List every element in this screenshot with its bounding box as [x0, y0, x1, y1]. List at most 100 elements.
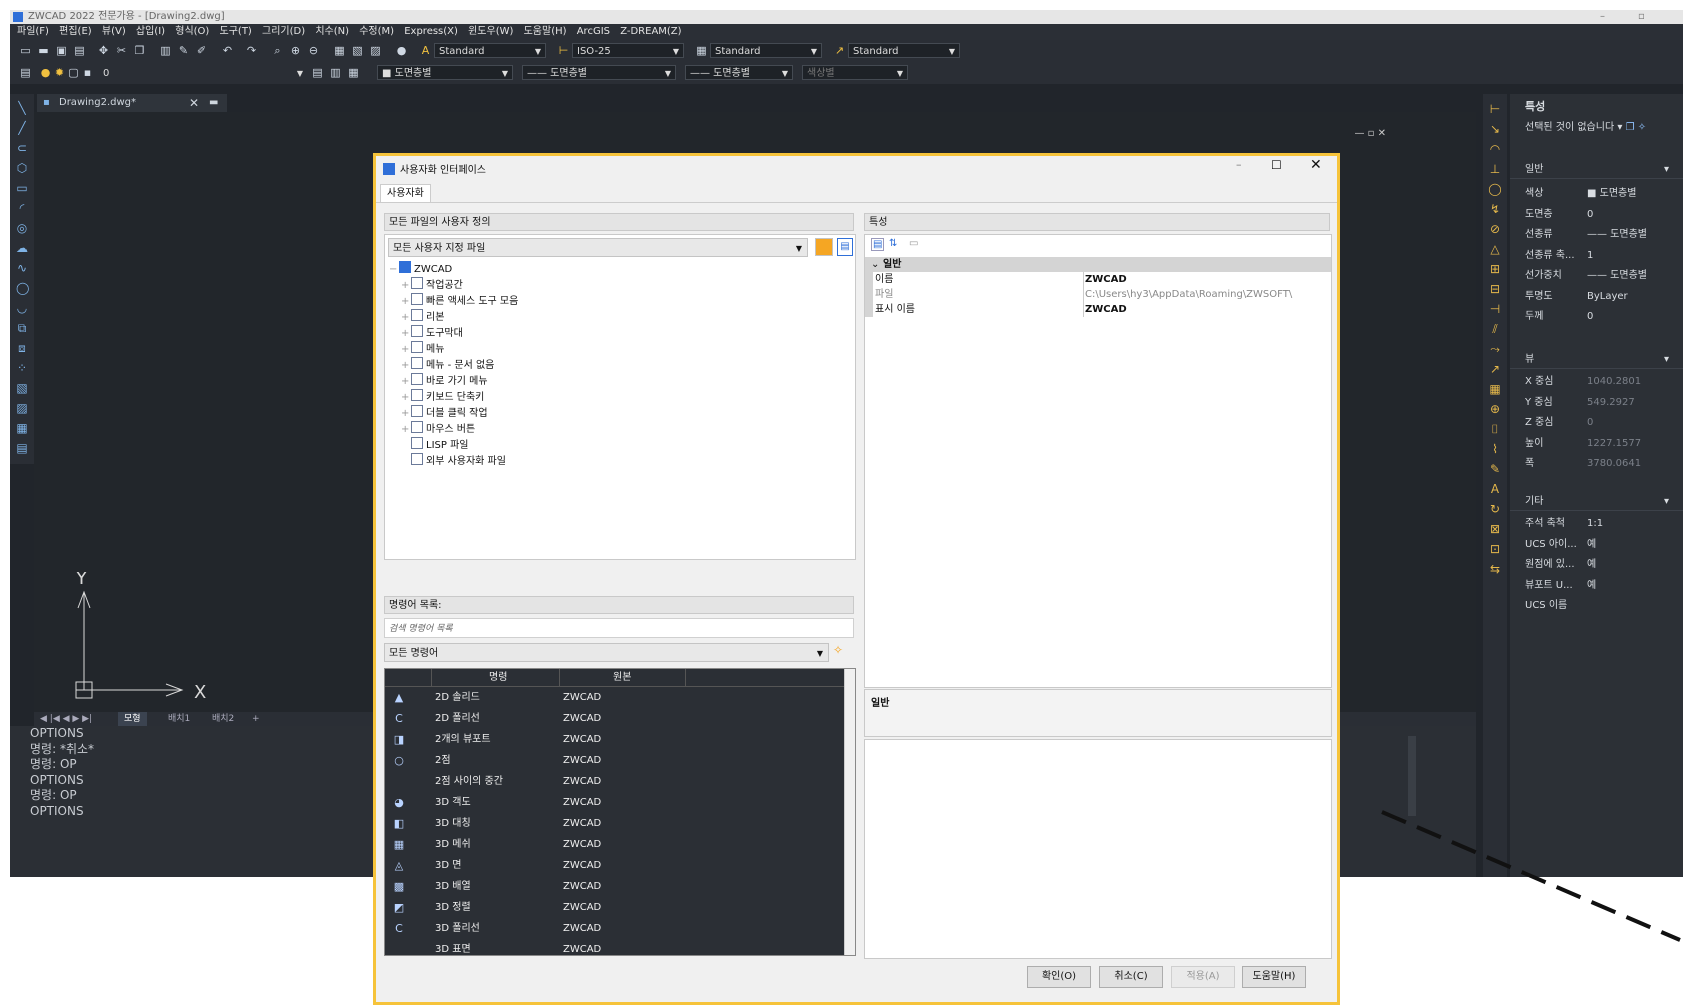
menu-draw[interactable]: 그리기(D): [262, 24, 305, 40]
save-file-icon[interactable]: ▤: [837, 238, 853, 256]
layer-lock-icon[interactable]: ▢: [68, 67, 79, 78]
qleader-icon[interactable]: ↗: [1488, 362, 1502, 376]
section-view[interactable]: 뷰 ▾: [1510, 352, 1683, 369]
table-style-select[interactable]: Standard ▼: [710, 43, 822, 58]
selection-select[interactable]: 선택된 것이 없습니다 ▾ ❐ ✧: [1525, 120, 1675, 136]
zoom-window-icon[interactable]: ⊕: [290, 45, 301, 56]
tree-node[interactable]: + 키보드 단축키: [401, 389, 484, 405]
palette-row-general[interactable]: 투명도 ByLayer: [1510, 287, 1683, 307]
find-icon[interactable]: ✧: [833, 643, 843, 657]
layer-manager-icon[interactable]: ▤: [20, 67, 31, 78]
layer-select[interactable]: 0 ▼: [98, 65, 308, 80]
angular-dim-icon[interactable]: △: [1488, 242, 1502, 256]
help-icon[interactable]: ●: [396, 45, 407, 56]
radius-dim-icon[interactable]: ◯: [1488, 182, 1502, 196]
dim-override-icon[interactable]: ⊡: [1488, 542, 1502, 556]
linetype-select[interactable]: —— 도면층별 ▼: [522, 65, 676, 80]
command-row[interactable]: ▩ 3D 배열 ZWCAD: [385, 876, 845, 897]
document-tab[interactable]: ▪ Drawing2.dwg* ✕ ▬: [37, 94, 227, 112]
pan-icon[interactable]: ✥: [98, 45, 109, 56]
match-icon[interactable]: ✎: [178, 45, 189, 56]
tab-model[interactable]: 모형: [118, 712, 147, 726]
layer-state-icon[interactable]: ▦: [348, 67, 359, 78]
command-row[interactable]: 3D 표면 ZWCAD: [385, 939, 845, 955]
close-tab-icon[interactable]: ✕: [189, 94, 199, 112]
command-row[interactable]: ◨ 2개의 뷰포트 ZWCAD: [385, 729, 845, 750]
tree-node[interactable]: + 도구막대: [401, 325, 463, 341]
tree-node[interactable]: + 빠른 액세스 도구 모음: [401, 293, 518, 309]
mtext-icon[interactable]: ▤: [16, 442, 28, 454]
line-icon[interactable]: ╲: [16, 102, 28, 114]
jogged-dim-icon[interactable]: ↯: [1488, 202, 1502, 216]
tree-node[interactable]: 외부 사용자화 파일: [401, 453, 506, 469]
palette-row-misc[interactable]: UCS 아이... 예: [1510, 535, 1683, 555]
revcloud-icon[interactable]: ☁: [16, 242, 28, 254]
properties-icon[interactable]: ▦: [334, 45, 345, 56]
dialog-maximize-icon[interactable]: ☐: [1271, 158, 1282, 172]
command-row[interactable]: ◧ 3D 대칭 ZWCAD: [385, 813, 845, 834]
palette-row-view[interactable]: Y 중심 549.2927: [1510, 393, 1683, 413]
menu-view[interactable]: 뷰(V): [102, 24, 126, 40]
brush-icon[interactable]: ✐: [196, 45, 207, 56]
menu-z-dream[interactable]: Z-DREAM(Z): [620, 24, 681, 40]
menu-modify[interactable]: 수정(M): [359, 24, 394, 40]
lineweight-select[interactable]: —— 도면층별 ▼: [685, 65, 793, 80]
xline-icon[interactable]: ╱: [16, 122, 28, 134]
palette-row-view[interactable]: 높이 1227.1577: [1510, 434, 1683, 454]
open-icon[interactable]: ▬: [38, 45, 49, 56]
tree-node[interactable]: + 더블 클릭 작업: [401, 405, 488, 421]
menu-tools[interactable]: 도구(T): [220, 24, 252, 40]
inspection-icon[interactable]: ⌷: [1488, 422, 1502, 436]
menu-edit[interactable]: 편집(E): [59, 24, 92, 40]
menu-dimension[interactable]: 치수(N): [315, 24, 349, 40]
center-mark-icon[interactable]: ⊕: [1488, 402, 1502, 416]
tree-node[interactable]: + 작업공간: [401, 277, 463, 293]
help-button[interactable]: 도움말(H): [1242, 966, 1306, 988]
diameter-dim-icon[interactable]: ⊘: [1488, 222, 1502, 236]
tree-node[interactable]: + 메뉴 - 문서 없음: [401, 357, 494, 373]
tree-node[interactable]: + 메뉴: [401, 341, 444, 357]
palette-row-misc[interactable]: 원점에 있... 예: [1510, 555, 1683, 575]
tree-node[interactable]: + 리본: [401, 309, 444, 325]
dim-style-icon[interactable]: ⊠: [1488, 522, 1502, 536]
palette-row-general[interactable]: 도면층 0: [1510, 205, 1683, 225]
palette-row-misc[interactable]: 주석 축척 1:1: [1510, 514, 1683, 534]
menu-arcgis[interactable]: ArcGIS: [577, 24, 610, 40]
dim-edit-icon[interactable]: ✎: [1488, 462, 1502, 476]
palette-row-general[interactable]: 선가중치 —— 도면층별: [1510, 266, 1683, 286]
zoom-prev-icon[interactable]: ⊖: [308, 45, 319, 56]
point-icon[interactable]: ⁘: [16, 362, 28, 374]
command-row[interactable]: C 2D 폴리선 ZWCAD: [385, 708, 845, 729]
prop-row-name[interactable]: 이름 ZWCAD: [865, 272, 1333, 287]
tool-palette-icon[interactable]: ▨: [370, 45, 381, 56]
menu-insert[interactable]: 삽입(I): [136, 24, 165, 40]
linear-dim-icon[interactable]: ⊢: [1488, 102, 1502, 116]
quick-dim-icon[interactable]: ⊞: [1488, 262, 1502, 276]
palette-row-general[interactable]: 선종류 —— 도면층별: [1510, 225, 1683, 245]
apply-button[interactable]: 적용(A): [1171, 966, 1235, 988]
palette-row-view[interactable]: 폭 3780.0641: [1510, 454, 1683, 474]
polygon-icon[interactable]: ⬡: [16, 162, 28, 174]
categorized-icon[interactable]: ▤: [871, 238, 885, 251]
menu-file[interactable]: 파일(F): [17, 24, 49, 40]
ellipse-icon[interactable]: ◯: [16, 282, 29, 294]
cut-icon[interactable]: ✂: [116, 45, 127, 56]
col-command[interactable]: 명령: [489, 669, 507, 686]
redo-icon[interactable]: ↷: [246, 45, 257, 56]
command-scrollbar[interactable]: [1408, 736, 1416, 816]
tree-root[interactable]: − ZWCAD: [389, 261, 452, 277]
maximize-icon[interactable]: ▫: [1638, 10, 1645, 24]
make-current-icon[interactable]: ▤: [312, 67, 323, 78]
continue-dim-icon[interactable]: ⊣: [1488, 302, 1502, 316]
command-row[interactable]: ▦ 3D 메쉬 ZWCAD: [385, 834, 845, 855]
tab-customize[interactable]: 사용자화: [380, 184, 431, 203]
minimize-icon[interactable]: –: [1600, 10, 1605, 24]
dim-space-icon[interactable]: ⫽: [1488, 322, 1502, 336]
tab-layout1[interactable]: 배치1: [162, 712, 196, 726]
tree-node[interactable]: LISP 파일: [401, 437, 468, 453]
command-row[interactable]: C 3D 폴리선 ZWCAD: [385, 918, 845, 939]
palette-row-misc[interactable]: 뷰포트 U... 예: [1510, 576, 1683, 596]
open-file-icon[interactable]: [815, 238, 833, 256]
tree-node[interactable]: + 바로 가기 메뉴: [401, 373, 488, 389]
table-icon[interactable]: ▦: [16, 422, 28, 434]
